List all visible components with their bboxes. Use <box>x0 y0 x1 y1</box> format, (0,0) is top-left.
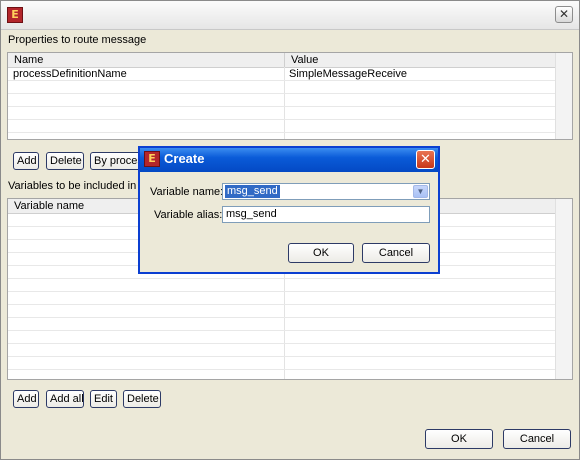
variable-name-label: Variable name: <box>150 186 224 198</box>
cell-value: SimpleMessageReceive <box>289 68 407 80</box>
app-logo-icon: E <box>144 151 160 167</box>
table-row-empty <box>8 279 572 292</box>
variable-alias-label: Variable alias: <box>154 209 223 221</box>
table-row-empty <box>8 81 572 94</box>
variables-scrollbar[interactable] <box>555 199 572 379</box>
table-row-empty <box>8 120 572 133</box>
app-logo-icon: E <box>7 7 23 23</box>
variable-alias-field[interactable]: msg_send <box>222 206 430 223</box>
create-dialog: E Create ✕ Variable name: msg_send ▼ Var… <box>138 146 440 274</box>
column-header-name[interactable]: Name <box>8 53 284 67</box>
variables-delete-button[interactable]: Delete <box>123 390 161 408</box>
close-icon[interactable]: ✕ <box>416 150 435 169</box>
table-row[interactable]: processDefinitionName SimpleMessageRecei… <box>8 68 572 81</box>
column-header-value[interactable]: Value <box>284 53 558 67</box>
variables-add-button[interactable]: Add <box>13 390 39 408</box>
properties-delete-button[interactable]: Delete <box>46 152 84 170</box>
create-cancel-button[interactable]: Cancel <box>362 243 430 263</box>
properties-section-label: Properties to route message <box>8 34 147 46</box>
properties-scrollbar[interactable] <box>555 53 572 139</box>
table-row-empty <box>8 357 572 370</box>
cell-name: processDefinitionName <box>13 68 127 80</box>
table-row-empty <box>8 292 572 305</box>
main-cancel-button[interactable]: Cancel <box>503 429 571 449</box>
chevron-down-icon[interactable]: ▼ <box>413 185 428 198</box>
create-ok-button[interactable]: OK <box>288 243 354 263</box>
table-row-empty <box>8 344 572 357</box>
properties-table[interactable]: Name Value processDefinitionName SimpleM… <box>7 52 573 140</box>
add-all-button[interactable]: Add all <box>46 390 84 408</box>
properties-add-button[interactable]: Add <box>13 152 39 170</box>
variable-name-selected-value: msg_send <box>225 185 280 198</box>
table-row-empty <box>8 305 572 318</box>
properties-table-header: Name Value <box>8 53 572 68</box>
window-close-icon[interactable]: ✕ <box>555 6 573 23</box>
edit-button[interactable]: Edit <box>90 390 117 408</box>
main-ok-button[interactable]: OK <box>425 429 493 449</box>
variable-name-dropdown[interactable]: msg_send ▼ <box>222 183 430 200</box>
create-dialog-title: Create <box>164 151 205 166</box>
create-dialog-titlebar[interactable]: E Create ✕ <box>140 148 438 172</box>
table-row-empty <box>8 331 572 344</box>
table-row-empty <box>8 94 572 107</box>
table-row-empty <box>8 318 572 331</box>
table-row-empty <box>8 107 572 120</box>
window-titlebar: E ✕ <box>1 1 579 30</box>
